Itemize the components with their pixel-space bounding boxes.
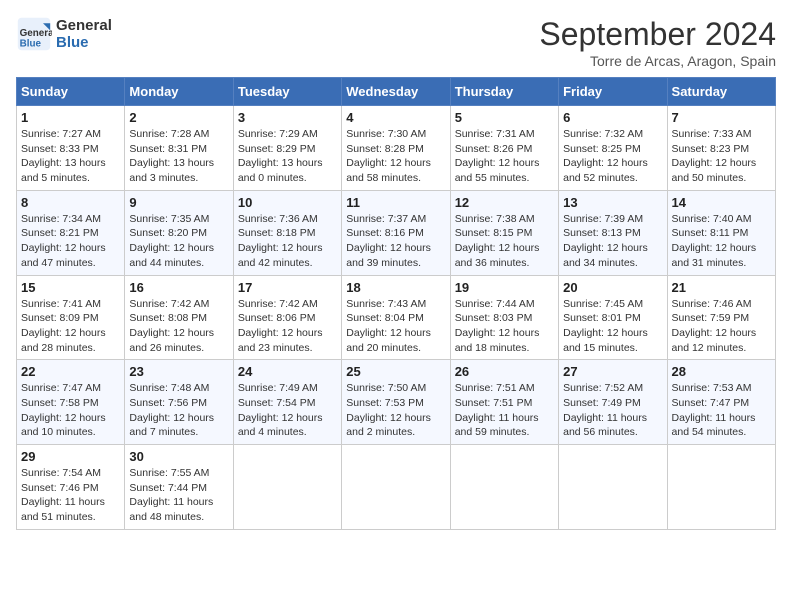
week-row-2: 8 Sunrise: 7:34 AMSunset: 8:21 PMDayligh… xyxy=(17,190,776,275)
table-row: 6 Sunrise: 7:32 AMSunset: 8:25 PMDayligh… xyxy=(559,106,667,191)
table-row: 2 Sunrise: 7:28 AMSunset: 8:31 PMDayligh… xyxy=(125,106,233,191)
table-row: 7 Sunrise: 7:33 AMSunset: 8:23 PMDayligh… xyxy=(667,106,775,191)
table-row: 28 Sunrise: 7:53 AMSunset: 7:47 PMDaylig… xyxy=(667,360,775,445)
table-row: 18 Sunrise: 7:43 AMSunset: 8:04 PMDaylig… xyxy=(342,275,450,360)
col-wednesday: Wednesday xyxy=(342,78,450,106)
table-row: 22 Sunrise: 7:47 AMSunset: 7:58 PMDaylig… xyxy=(17,360,125,445)
table-row: 19 Sunrise: 7:44 AMSunset: 8:03 PMDaylig… xyxy=(450,275,558,360)
empty-cell xyxy=(233,445,341,530)
table-row: 4 Sunrise: 7:30 AMSunset: 8:28 PMDayligh… xyxy=(342,106,450,191)
page-header: General Blue General Blue September 2024… xyxy=(16,16,776,69)
svg-text:General: General xyxy=(20,28,52,39)
col-tuesday: Tuesday xyxy=(233,78,341,106)
empty-cell xyxy=(667,445,775,530)
location: Torre de Arcas, Aragon, Spain xyxy=(539,53,776,69)
svg-text:Blue: Blue xyxy=(20,39,42,50)
col-sunday: Sunday xyxy=(17,78,125,106)
table-row: 17 Sunrise: 7:42 AMSunset: 8:06 PMDaylig… xyxy=(233,275,341,360)
week-row-5: 29 Sunrise: 7:54 AMSunset: 7:46 PMDaylig… xyxy=(17,445,776,530)
logo: General Blue General Blue xyxy=(16,16,112,52)
table-row: 3 Sunrise: 7:29 AMSunset: 8:29 PMDayligh… xyxy=(233,106,341,191)
col-friday: Friday xyxy=(559,78,667,106)
table-row: 1 Sunrise: 7:27 AMSunset: 8:33 PMDayligh… xyxy=(17,106,125,191)
empty-cell xyxy=(450,445,558,530)
table-row: 15 Sunrise: 7:41 AMSunset: 8:09 PMDaylig… xyxy=(17,275,125,360)
table-row: 23 Sunrise: 7:48 AMSunset: 7:56 PMDaylig… xyxy=(125,360,233,445)
table-row: 5 Sunrise: 7:31 AMSunset: 8:26 PMDayligh… xyxy=(450,106,558,191)
header-row: Sunday Monday Tuesday Wednesday Thursday… xyxy=(17,78,776,106)
logo-icon: General Blue xyxy=(16,16,52,52)
title-block: September 2024 Torre de Arcas, Aragon, S… xyxy=(539,16,776,69)
table-row: 24 Sunrise: 7:49 AMSunset: 7:54 PMDaylig… xyxy=(233,360,341,445)
empty-cell xyxy=(559,445,667,530)
table-row: 30 Sunrise: 7:55 AMSunset: 7:44 PMDaylig… xyxy=(125,445,233,530)
month-title: September 2024 xyxy=(539,16,776,53)
week-row-3: 15 Sunrise: 7:41 AMSunset: 8:09 PMDaylig… xyxy=(17,275,776,360)
col-monday: Monday xyxy=(125,78,233,106)
calendar-table: Sunday Monday Tuesday Wednesday Thursday… xyxy=(16,77,776,530)
table-row: 16 Sunrise: 7:42 AMSunset: 8:08 PMDaylig… xyxy=(125,275,233,360)
table-row: 13 Sunrise: 7:39 AMSunset: 8:13 PMDaylig… xyxy=(559,190,667,275)
week-row-1: 1 Sunrise: 7:27 AMSunset: 8:33 PMDayligh… xyxy=(17,106,776,191)
table-row: 27 Sunrise: 7:52 AMSunset: 7:49 PMDaylig… xyxy=(559,360,667,445)
table-row: 26 Sunrise: 7:51 AMSunset: 7:51 PMDaylig… xyxy=(450,360,558,445)
table-row: 12 Sunrise: 7:38 AMSunset: 8:15 PMDaylig… xyxy=(450,190,558,275)
table-row: 8 Sunrise: 7:34 AMSunset: 8:21 PMDayligh… xyxy=(17,190,125,275)
table-row: 10 Sunrise: 7:36 AMSunset: 8:18 PMDaylig… xyxy=(233,190,341,275)
table-row: 20 Sunrise: 7:45 AMSunset: 8:01 PMDaylig… xyxy=(559,275,667,360)
empty-cell xyxy=(342,445,450,530)
table-row: 25 Sunrise: 7:50 AMSunset: 7:53 PMDaylig… xyxy=(342,360,450,445)
table-row: 14 Sunrise: 7:40 AMSunset: 8:11 PMDaylig… xyxy=(667,190,775,275)
table-row: 29 Sunrise: 7:54 AMSunset: 7:46 PMDaylig… xyxy=(17,445,125,530)
week-row-4: 22 Sunrise: 7:47 AMSunset: 7:58 PMDaylig… xyxy=(17,360,776,445)
table-row: 9 Sunrise: 7:35 AMSunset: 8:20 PMDayligh… xyxy=(125,190,233,275)
table-row: 11 Sunrise: 7:37 AMSunset: 8:16 PMDaylig… xyxy=(342,190,450,275)
logo-general: General xyxy=(56,17,112,34)
table-row: 21 Sunrise: 7:46 AMSunset: 7:59 PMDaylig… xyxy=(667,275,775,360)
col-saturday: Saturday xyxy=(667,78,775,106)
col-thursday: Thursday xyxy=(450,78,558,106)
logo-blue: Blue xyxy=(56,34,112,51)
